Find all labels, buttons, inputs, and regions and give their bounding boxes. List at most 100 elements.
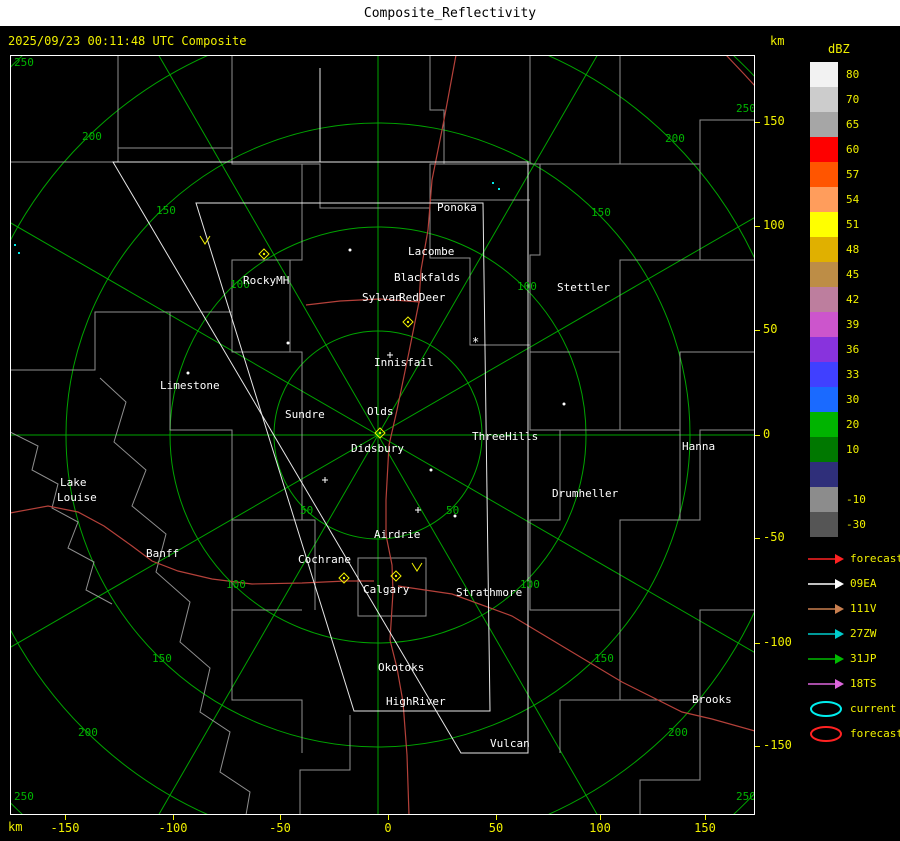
map-marker-speck bbox=[492, 182, 494, 184]
city-label: Lacombe bbox=[408, 245, 454, 258]
colorbar-swatch bbox=[810, 312, 838, 337]
y-axis-tick bbox=[755, 226, 760, 227]
colorbar-swatch bbox=[810, 137, 838, 162]
track-legend-item: 09EA bbox=[806, 571, 900, 596]
colorbar-label: 10 bbox=[846, 437, 859, 462]
range-ring-label: 150 bbox=[594, 652, 614, 665]
colorbar-swatch bbox=[810, 187, 838, 212]
colorbar-label: 57 bbox=[846, 162, 859, 187]
colorbar-swatch bbox=[810, 287, 838, 312]
colorbar-entry: 36 bbox=[810, 337, 866, 362]
colorbar-swatch bbox=[810, 162, 838, 187]
track-legend-item: current bbox=[806, 696, 900, 721]
map-marker-speck bbox=[14, 244, 16, 246]
track-arrow-icon bbox=[806, 650, 846, 668]
city-label: Didsbury bbox=[351, 442, 404, 455]
track-legend-label: 31JP bbox=[850, 652, 877, 665]
colorbar-label: 33 bbox=[846, 362, 859, 387]
window-title-bar: Composite_Reflectivity bbox=[0, 0, 900, 27]
x-axis-label: 100 bbox=[580, 821, 620, 835]
track-legend-item: 27ZW bbox=[806, 621, 900, 646]
range-ring-label: 200 bbox=[668, 726, 688, 739]
range-ring-label: 200 bbox=[78, 726, 98, 739]
colorbar-label: 39 bbox=[846, 312, 859, 337]
city-label: Lake bbox=[60, 476, 87, 489]
city-label: Drumheller bbox=[552, 487, 619, 500]
colorbar-swatch bbox=[810, 112, 838, 137]
track-legend-label: forecast bbox=[850, 552, 900, 565]
track-legend-label: 09EA bbox=[850, 577, 877, 590]
colorbar-swatch bbox=[810, 337, 838, 362]
track-arrow-icon bbox=[806, 600, 846, 618]
colorbar-swatch bbox=[810, 262, 838, 287]
colorbar-label: -30 bbox=[846, 512, 866, 537]
range-ring-label: 50 bbox=[446, 504, 459, 517]
map-marker-dot bbox=[563, 403, 566, 406]
city-label: HighRiver bbox=[386, 695, 446, 708]
range-ring-label: 200 bbox=[82, 130, 102, 143]
city-label: Innisfail bbox=[374, 356, 434, 369]
x-axis-tick bbox=[65, 815, 66, 820]
x-axis-tick bbox=[496, 815, 497, 820]
colorbar-swatch bbox=[810, 212, 838, 237]
colorbar-label: 70 bbox=[846, 87, 859, 112]
track-legend-label: 27ZW bbox=[850, 627, 877, 640]
colorbar-entry: 70 bbox=[810, 87, 866, 112]
range-ring-label: 100 bbox=[517, 280, 537, 293]
city-label: Louise bbox=[57, 491, 97, 504]
city-label: Sylvan bbox=[362, 291, 402, 304]
colorbar-entry: 54 bbox=[810, 187, 866, 212]
map-marker-speck bbox=[498, 188, 500, 190]
map-marker-diamond bbox=[259, 249, 269, 259]
range-ring-label: 250 bbox=[14, 790, 34, 803]
x-axis-tick bbox=[600, 815, 601, 820]
track-legend-item: 18TS bbox=[806, 671, 900, 696]
colorbar-swatch bbox=[810, 462, 838, 487]
x-axis-label: -150 bbox=[45, 821, 85, 835]
track-ellipse-icon bbox=[806, 700, 846, 718]
range-ring-label: 100 bbox=[520, 578, 540, 591]
colorbar-entry: 20 bbox=[810, 412, 866, 437]
colorbar-label: 60 bbox=[846, 137, 859, 162]
radar-viewer-window: Composite_Reflectivity 2025/09/23 00:11:… bbox=[0, 0, 900, 841]
colorbar-entry: 51 bbox=[810, 212, 866, 237]
city-label: Okotoks bbox=[378, 661, 424, 674]
y-axis-tick bbox=[755, 538, 760, 539]
track-arrow-icon bbox=[806, 675, 846, 693]
x-axis-tick bbox=[705, 815, 706, 820]
city-label: Vulcan bbox=[490, 737, 530, 750]
colorbar-entry: 42 bbox=[810, 287, 866, 312]
colorbar-entry: -30 bbox=[810, 512, 866, 537]
colorbar-entry: 65 bbox=[810, 112, 866, 137]
y-axis-tick bbox=[755, 435, 760, 436]
colorbar-swatch bbox=[810, 487, 838, 512]
colorbar-entry: 45 bbox=[810, 262, 866, 287]
map-marker-vee bbox=[412, 563, 422, 571]
x-axis-tick bbox=[388, 815, 389, 820]
city-label: RockyMH bbox=[243, 274, 289, 287]
x-axis-unit-label: km bbox=[8, 820, 22, 834]
city-label: Calgary bbox=[363, 583, 410, 596]
colorbar-swatch bbox=[810, 362, 838, 387]
colorbar-label: 65 bbox=[846, 112, 859, 137]
colorbar-title: dBZ bbox=[828, 42, 850, 56]
map-markers: * bbox=[14, 182, 566, 583]
colorbar-entry: 60 bbox=[810, 137, 866, 162]
range-ring-label: 150 bbox=[591, 206, 611, 219]
track-legend-item: 111V bbox=[806, 596, 900, 621]
track-legend-item: forecast bbox=[806, 721, 900, 746]
colorbar-label: 80 bbox=[846, 62, 859, 87]
city-label: Limestone bbox=[160, 379, 220, 392]
colorbar-entry: 57 bbox=[810, 162, 866, 187]
track-arrow-icon bbox=[806, 550, 846, 568]
city-labels: PonokaLacombeBlackfaldsSylvanRedDeerRock… bbox=[57, 201, 732, 750]
colorbar-swatch bbox=[810, 412, 838, 437]
map-marker-plus bbox=[322, 477, 328, 483]
range-ring-label: 150 bbox=[156, 204, 176, 217]
map-marker-dot bbox=[287, 342, 290, 345]
radar-map[interactable]: * 25020015010010015020025050100150200250… bbox=[10, 55, 755, 815]
storm-track-legend: forecast 09EA 111V 27ZW 31JP 18TScurrent forec… bbox=[806, 546, 900, 746]
track-legend-label: forecast bbox=[850, 727, 900, 740]
y-axis-label: -50 bbox=[763, 530, 785, 544]
y-axis-tick bbox=[755, 122, 760, 123]
